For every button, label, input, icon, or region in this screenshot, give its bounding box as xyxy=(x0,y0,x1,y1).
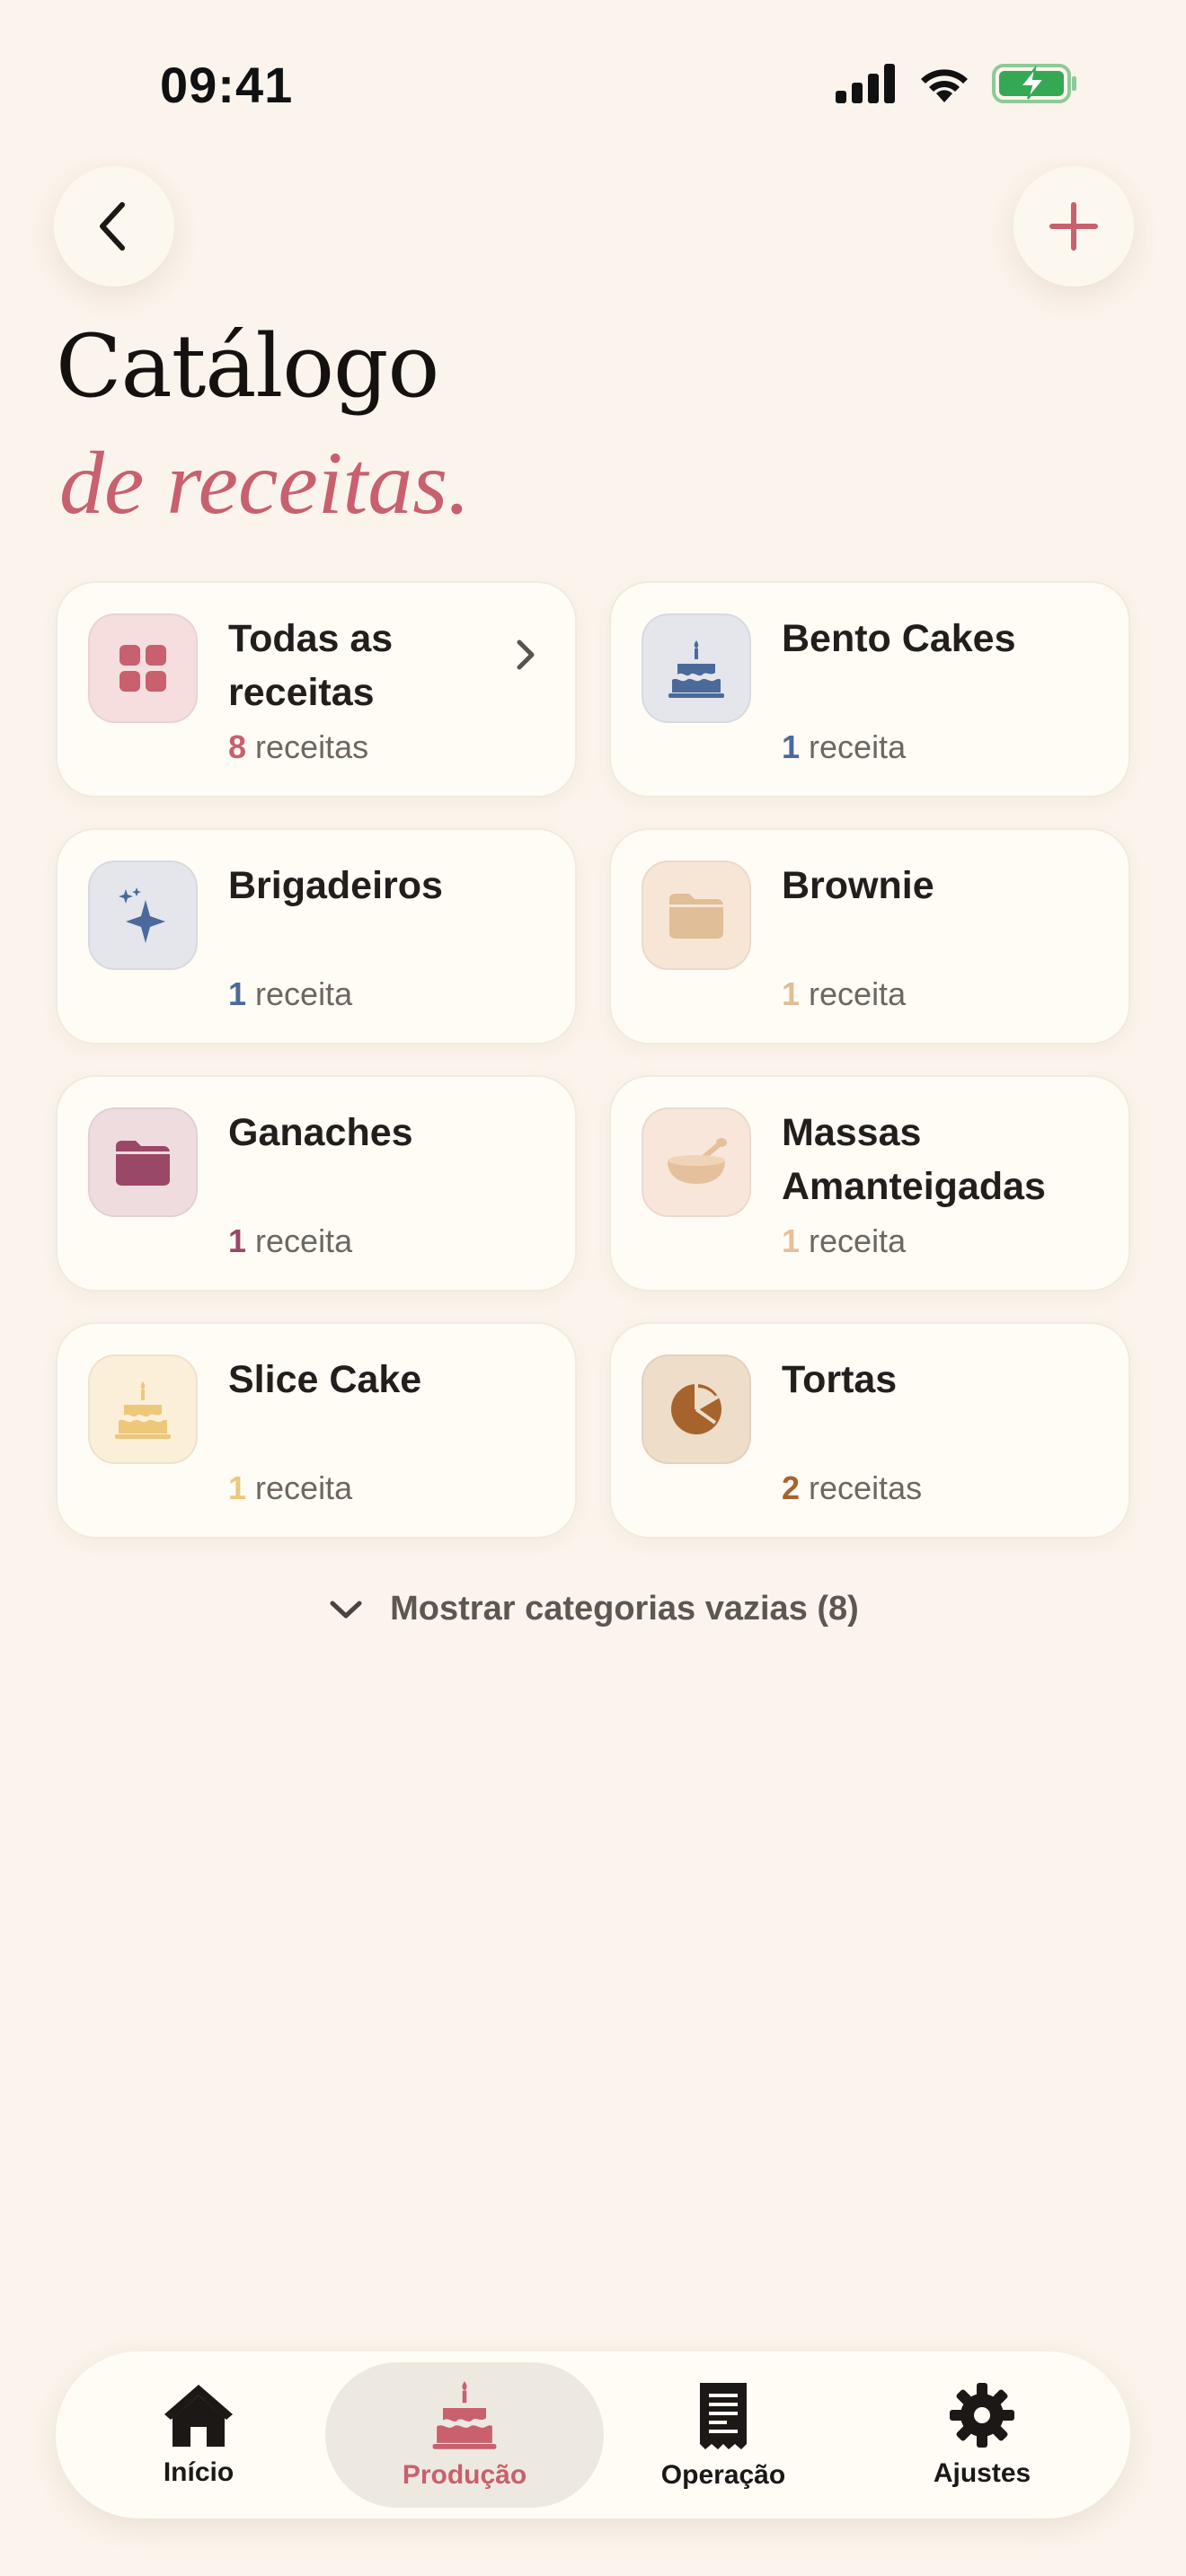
status-time: 09:41 xyxy=(160,57,294,113)
chevron-left-icon xyxy=(100,202,125,251)
battery-charging-icon xyxy=(992,64,1076,103)
category-count: 2 receitas xyxy=(782,1469,922,1507)
count-unit: receita xyxy=(255,1222,353,1259)
card-icon-box xyxy=(642,1354,751,1464)
category-name: Brownie xyxy=(782,864,934,907)
count-unit: receita xyxy=(255,975,353,1012)
category-card-tortas[interactable]: Tortas 2 receitas xyxy=(609,1322,1130,1539)
category-name: Massas Amanteigadas xyxy=(782,1111,1046,1208)
tab-producao[interactable]: Produção xyxy=(325,2362,604,2508)
tab-bar: Início Produção Operação Ajustes xyxy=(56,2351,1130,2519)
tab-label: Início xyxy=(163,2457,235,2487)
category-card-bento-cakes[interactable]: Bento Cakes 1 receita xyxy=(609,581,1130,798)
category-card-slice-cake[interactable]: Slice Cake 1 receita xyxy=(56,1322,577,1539)
tab-label: Produção xyxy=(402,2460,527,2490)
cake-icon xyxy=(432,2381,497,2449)
home-icon xyxy=(164,2385,233,2447)
plus-icon xyxy=(1049,202,1098,251)
count-number: 1 xyxy=(782,1222,801,1259)
category-name: Todas as receitas xyxy=(228,617,394,714)
tab-label: Operação xyxy=(660,2460,786,2490)
category-count: 1 receita xyxy=(228,975,352,1013)
cellular-signal-icon xyxy=(836,64,895,103)
back-button[interactable] xyxy=(54,166,174,287)
category-card-brownie[interactable]: Brownie 1 receita xyxy=(609,828,1130,1045)
count-number: 1 xyxy=(782,975,801,1012)
add-category-button[interactable] xyxy=(1013,166,1134,287)
category-count: 1 receita xyxy=(782,1222,906,1260)
chevron-down-icon xyxy=(330,1601,362,1618)
tab-operacao[interactable]: Operação xyxy=(584,2362,863,2508)
wifi-icon xyxy=(921,69,968,102)
count-number: 2 xyxy=(782,1469,801,1506)
page-subtitle: de receitas. xyxy=(59,433,471,533)
count-number: 1 xyxy=(228,975,247,1012)
grid-icon xyxy=(119,645,166,692)
tab-ajustes[interactable]: Ajustes xyxy=(843,2362,1121,2508)
count-number: 1 xyxy=(228,1222,247,1259)
count-unit: receitas xyxy=(255,728,369,765)
status-bar: 09:41 xyxy=(0,0,1186,171)
count-unit: receita xyxy=(255,1469,353,1506)
chevron-right-icon xyxy=(517,640,535,670)
count-unit: receita xyxy=(809,975,907,1012)
card-icon-box xyxy=(88,613,198,723)
category-card-brigadeiros[interactable]: Brigadeiros 1 receita xyxy=(56,828,577,1045)
count-number: 8 xyxy=(228,728,247,765)
sparkles-icon xyxy=(119,887,165,943)
card-icon-box xyxy=(88,1107,198,1217)
category-count: 8 receitas xyxy=(228,728,368,766)
count-unit: receita xyxy=(809,728,907,765)
tab-inicio[interactable]: Início xyxy=(59,2362,338,2508)
tab-label: Ajustes xyxy=(933,2458,1031,2488)
pie-chart-icon xyxy=(671,1384,721,1434)
mixing-bowl-icon xyxy=(668,1138,727,1184)
card-icon-box xyxy=(642,1107,751,1217)
cake-icon xyxy=(668,640,724,698)
cake-icon xyxy=(115,1381,171,1439)
folder-icon xyxy=(116,1141,170,1186)
category-grid: Todas as receitas 8 receitas Bento Cakes … xyxy=(56,581,1130,1539)
category-count: 1 receita xyxy=(782,728,906,766)
category-name: Bento Cakes xyxy=(782,617,1016,660)
show-empty-label: Mostrar categorias vazias (8) xyxy=(390,1590,859,1628)
card-icon-box xyxy=(642,860,751,970)
status-icons xyxy=(834,63,1078,104)
show-empty-categories-button[interactable]: Mostrar categorias vazias (8) xyxy=(0,1590,1186,1628)
count-number: 1 xyxy=(782,728,801,765)
count-unit: receitas xyxy=(809,1469,923,1506)
receipt-icon xyxy=(700,2383,747,2449)
category-card-todas[interactable]: Todas as receitas 8 receitas xyxy=(56,581,577,798)
category-name: Ganaches xyxy=(228,1111,413,1154)
category-name: Brigadeiros xyxy=(228,864,443,907)
gear-icon xyxy=(950,2383,1014,2448)
page-title: Catálogo xyxy=(56,316,439,417)
category-count: 1 receita xyxy=(782,975,906,1013)
category-name: Tortas xyxy=(782,1358,898,1401)
card-icon-box xyxy=(642,613,751,723)
category-name: Slice Cake xyxy=(228,1358,422,1401)
card-icon-box xyxy=(88,1354,198,1464)
category-card-ganaches[interactable]: Ganaches 1 receita xyxy=(56,1075,577,1292)
count-number: 1 xyxy=(228,1469,247,1506)
count-unit: receita xyxy=(809,1222,907,1259)
folder-icon xyxy=(669,894,723,939)
category-count: 1 receita xyxy=(228,1222,352,1260)
category-count: 1 receita xyxy=(228,1469,352,1507)
category-card-massas-amanteigadas[interactable]: Massas Amanteigadas 1 receita xyxy=(609,1075,1130,1292)
card-icon-box xyxy=(88,860,198,970)
